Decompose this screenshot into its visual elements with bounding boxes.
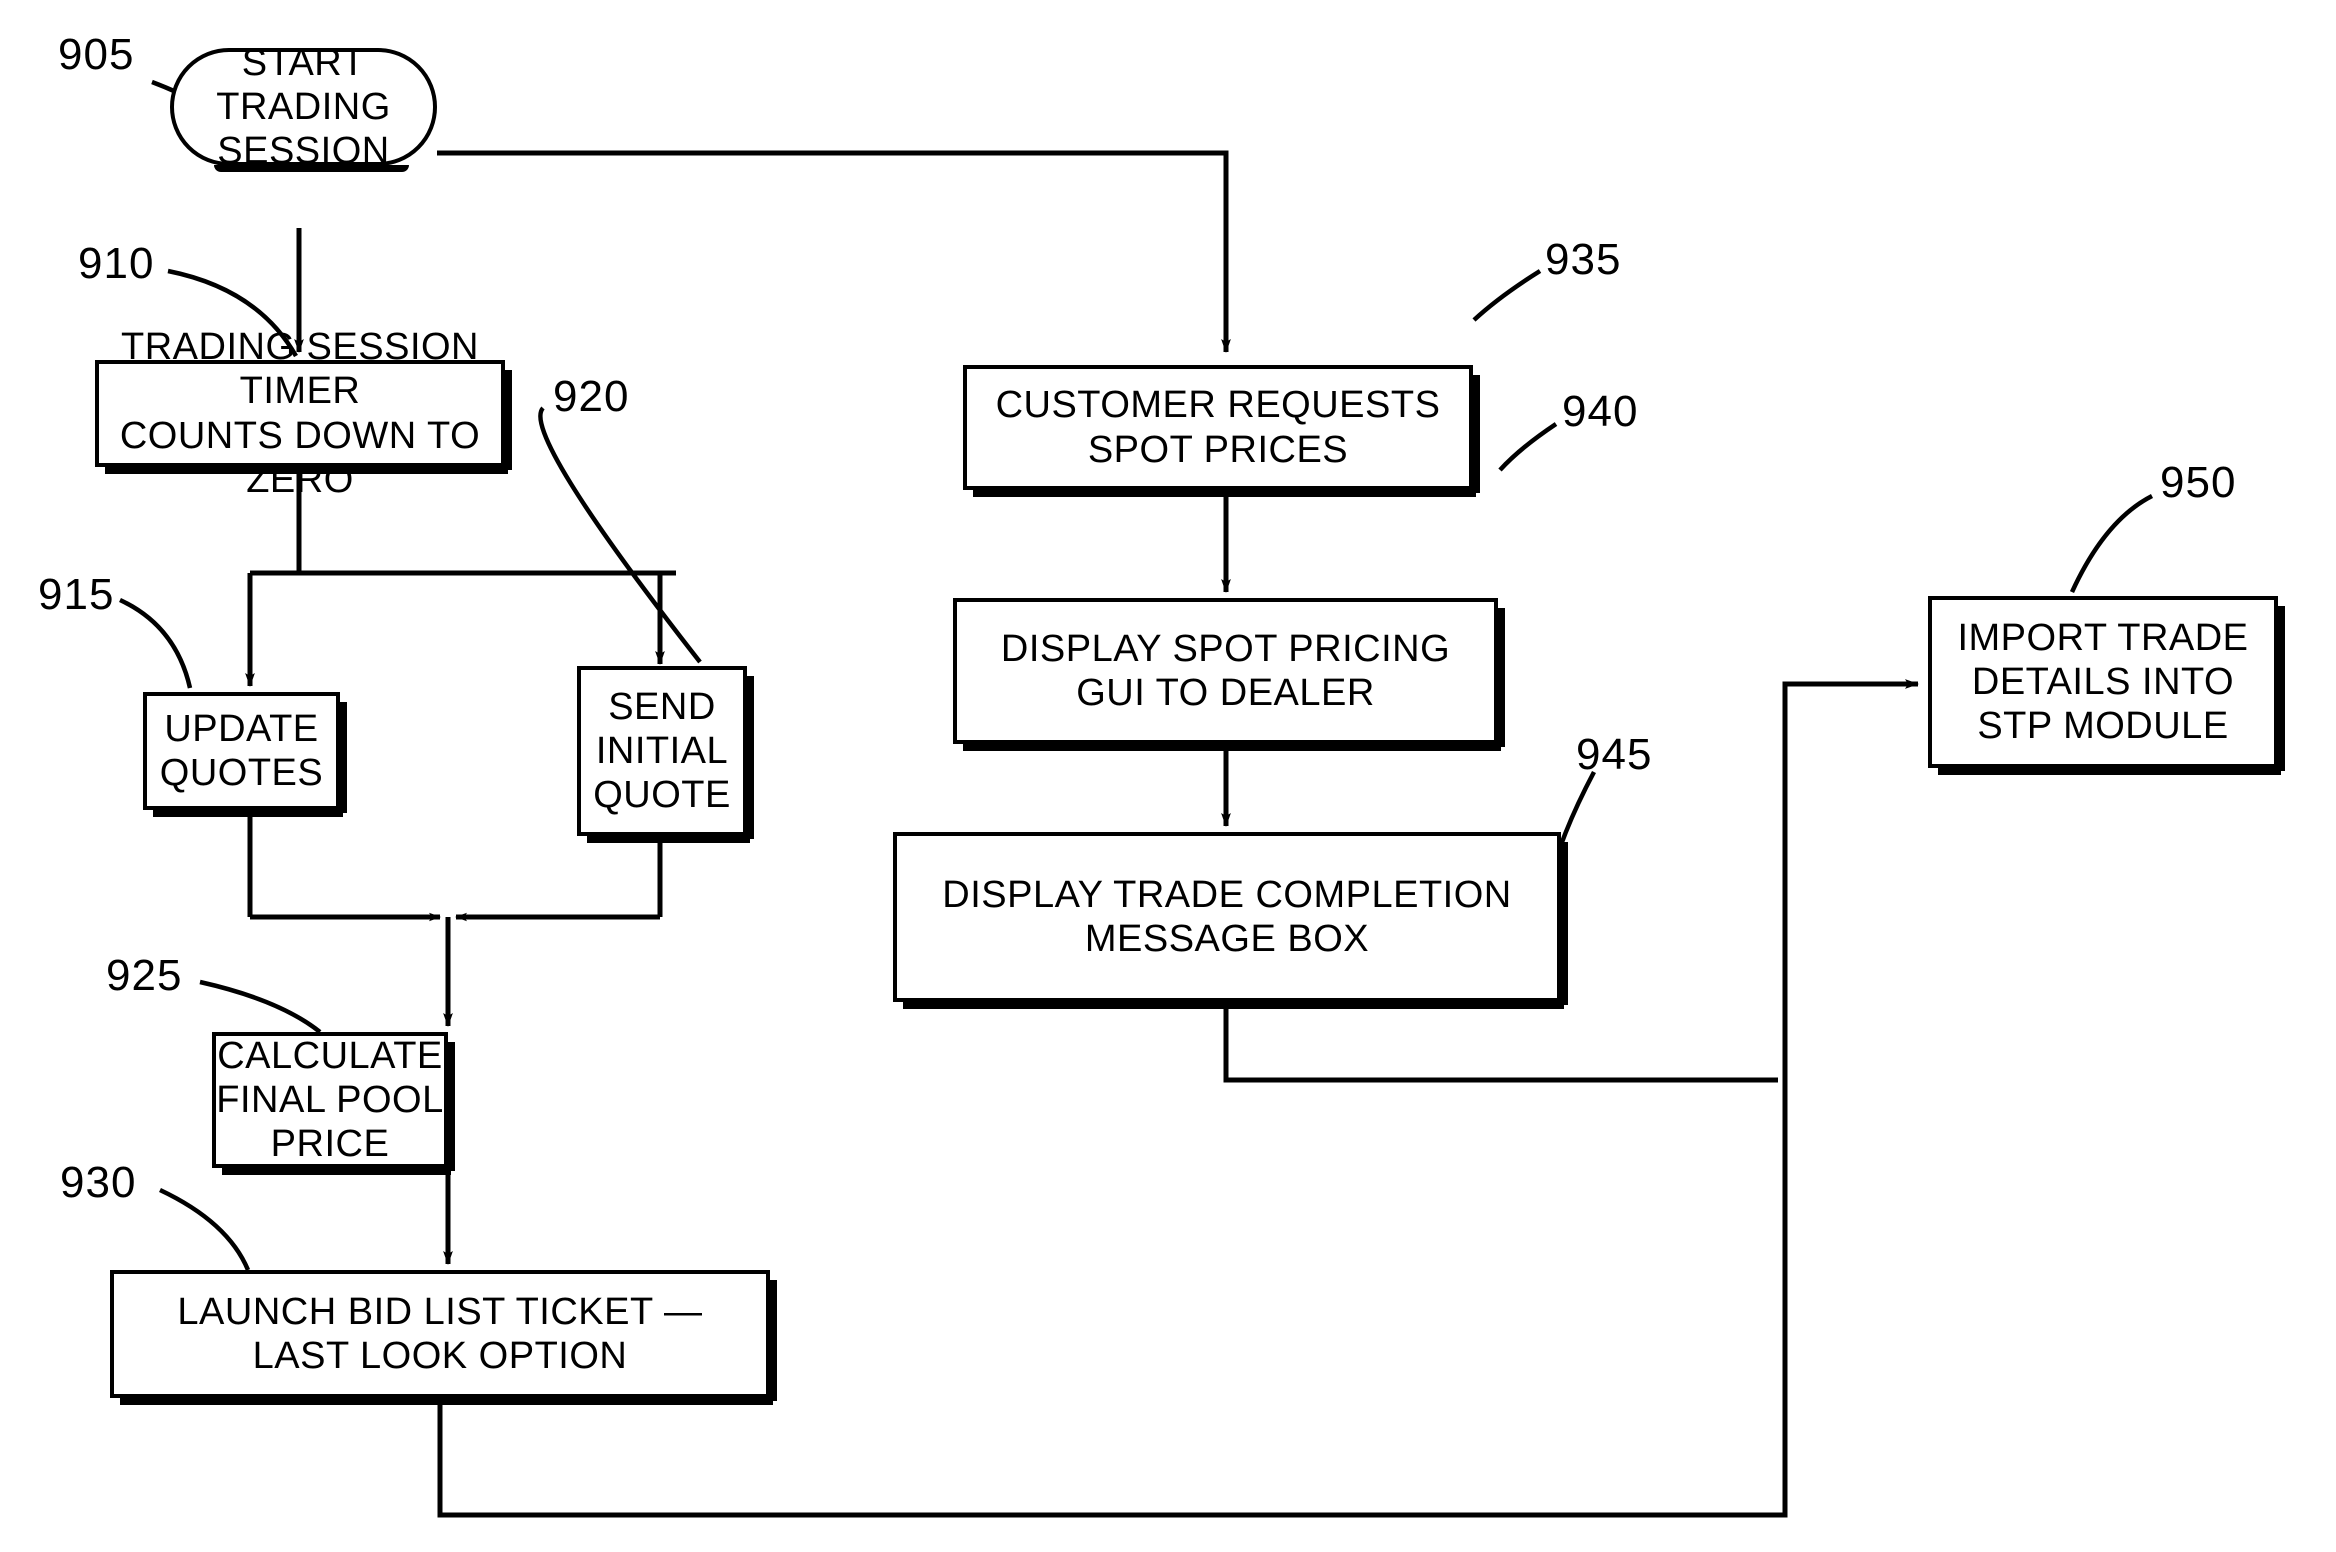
ref-925: 925 <box>106 951 183 1000</box>
node-calculate-final-pool-price: CALCULATE FINAL POOL PRICE <box>212 1032 455 1175</box>
ref-905: 905 <box>58 30 135 79</box>
leader-915 <box>119 597 193 689</box>
figure-canvas: START TRADING SESSION 905 TRADING SESSIO… <box>0 0 2336 1552</box>
edge-905-935 <box>437 150 1231 353</box>
node-925-label: CALCULATE FINAL POOL PRICE <box>216 1034 444 1166</box>
node-910-label: TRADING SESSION TIMER COUNTS DOWN TO ZER… <box>119 326 481 501</box>
node-update-quotes: UPDATE QUOTES <box>143 692 347 817</box>
ref-910: 910 <box>78 239 155 288</box>
node-launch-bid-list-ticket: LAUNCH BID LIST TICKET — LAST LOOK OPTIO… <box>110 1270 777 1405</box>
node-940-label: DISPLAY SPOT PRICING GUI TO DEALER <box>1000 627 1451 714</box>
node-customer-requests-spot-prices: CUSTOMER REQUESTS SPOT PRICES <box>963 365 1480 497</box>
edge-feed-950 <box>1782 679 1919 1080</box>
node-935-label: CUSTOMER REQUESTS SPOT PRICES <box>995 384 1441 471</box>
leader-925 <box>199 979 322 1034</box>
node-display-trade-completion-message-box: DISPLAY TRADE COMPLETION MESSAGE BOX <box>893 832 1568 1009</box>
node-start-trading-session: START TRADING SESSION <box>170 42 437 172</box>
node-920-label: SEND INITIAL QUOTE <box>593 685 731 817</box>
node-930-label: LAUNCH BID LIST TICKET — LAST LOOK OPTIO… <box>177 1290 703 1377</box>
edge-945-950 <box>1223 1002 1778 1083</box>
ref-950: 950 <box>2160 458 2237 507</box>
node-send-initial-quote: SEND INITIAL QUOTE <box>577 666 754 843</box>
node-905-label: START TRADING SESSION <box>216 41 391 173</box>
leader-950 <box>2069 493 2154 593</box>
ref-920: 920 <box>553 372 630 421</box>
ref-935: 935 <box>1545 235 1622 284</box>
node-trading-session-timer: TRADING SESSION TIMER COUNTS DOWN TO ZER… <box>95 326 512 501</box>
ref-945: 945 <box>1576 730 1653 779</box>
node-import-trade-details-stp: IMPORT TRADE DETAILS INTO STP MODULE <box>1928 596 2285 775</box>
leader-935 <box>1472 269 1542 322</box>
leader-930 <box>159 1187 251 1271</box>
node-945-label: DISPLAY TRADE COMPLETION MESSAGE BOX <box>942 873 1512 960</box>
ref-915: 915 <box>38 570 115 619</box>
ref-940: 940 <box>1562 387 1639 436</box>
ref-930: 930 <box>60 1158 137 1207</box>
node-915-label: UPDATE QUOTES <box>159 707 324 794</box>
node-display-spot-pricing-gui: DISPLAY SPOT PRICING GUI TO DEALER <box>953 598 1505 751</box>
node-950-label: IMPORT TRADE DETAILS INTO STP MODULE <box>1957 616 2249 748</box>
leader-920 <box>538 406 702 664</box>
leader-940 <box>1498 422 1558 472</box>
